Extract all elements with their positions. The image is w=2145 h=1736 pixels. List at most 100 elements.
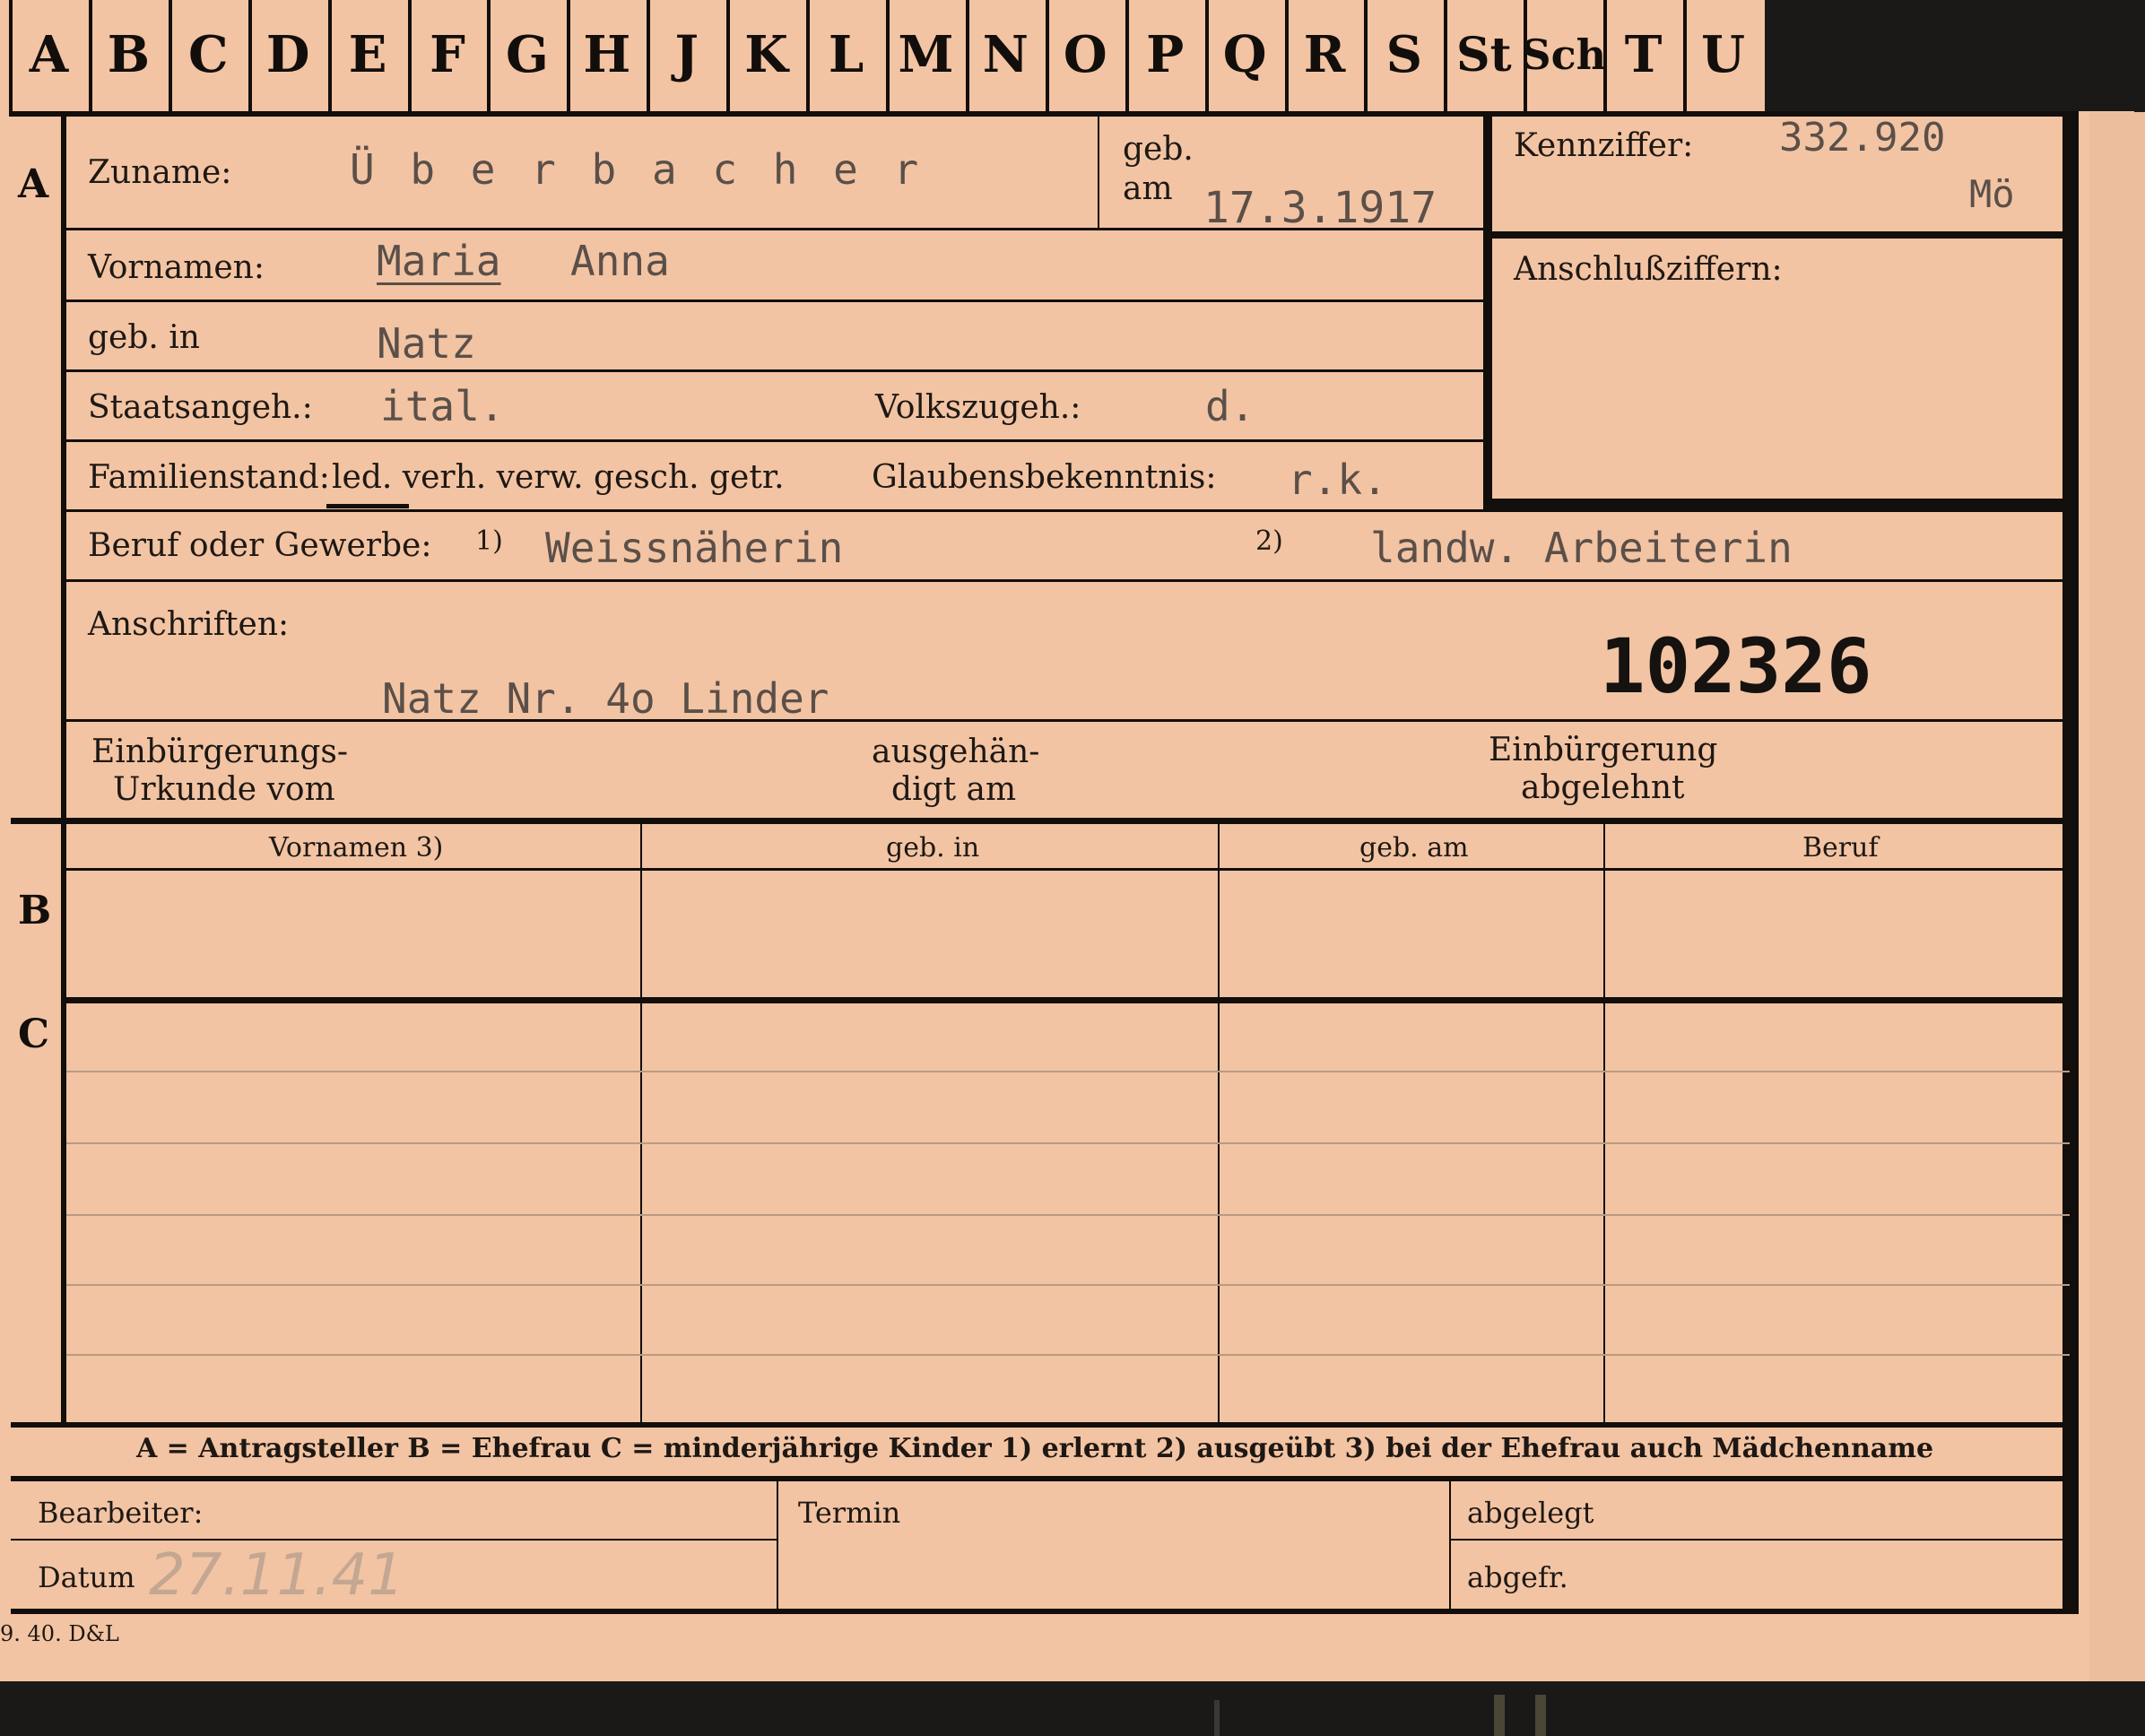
table-col-divider-2 [1218,823,1220,1422]
row-divider-anschriften [66,719,2070,722]
zuname-value: Ü b e r b a c h e r [350,145,925,194]
beruf-footnote-2: 2) [1255,525,1283,557]
alphabet-tab-a[interactable]: A [9,0,89,109]
ausgehaendigt-label-1: ausgehän- [872,733,1040,770]
col-header-geb-in: geb. in [886,832,980,864]
tab-separator [327,0,332,111]
stamp-number: 102326 [1600,622,1872,710]
alphabet-tab-p[interactable]: P [1125,0,1205,109]
tab-separator [88,0,92,111]
row-divider-staatsangeh [66,439,1483,442]
termin-label: Termin [798,1496,901,1530]
alphabet-tab-f[interactable]: F [408,0,488,109]
einbuergerungsurkunde-label-2: Urkunde vom [113,771,335,808]
alphabet-tab-g[interactable]: G [487,0,567,109]
kennziffer-box-divider [1492,231,2070,239]
tab-separator [806,0,811,111]
footer-divider-1 [777,1481,778,1609]
beruf-footnote-1: 1) [475,525,503,557]
volkszugeh-label: Volkszugeh.: [875,389,1081,426]
card-right-border [2062,111,2070,1610]
alphabet-tab-k[interactable]: K [726,0,806,109]
alphabet-tab-sch[interactable]: Sch [1521,0,1606,109]
row-divider-familienstand [66,509,2070,512]
tab-separator [1683,0,1688,111]
tab-separator [9,0,13,111]
alphabet-tab-d[interactable]: D [248,0,328,109]
geb-in-value: Natz [377,319,476,368]
alphabet-tab-l[interactable]: L [806,0,886,109]
tab-separator [647,0,651,111]
table-col-divider-3 [1603,823,1605,1422]
beruf-ausgeuebt-value: landw. Arbeiterin [1370,524,1793,572]
row-divider-vornamen [66,299,1483,302]
col-header-geb-am: geb. am [1359,832,1469,864]
section-c-letter: C [18,1011,50,1057]
geb-am-value: 17.3.1917 [1203,183,1437,233]
tab-separator [1204,0,1209,111]
tab-separator [407,0,412,111]
legend-text: A = Antragsteller B = Ehefrau C = minder… [135,1433,1934,1464]
scan-artifact [1535,1695,1546,1736]
glaubensbekenntnis-label: Glaubensbekenntnis: [872,459,1217,496]
alphabet-tab-u[interactable]: U [1683,0,1763,109]
children-row-line [66,1142,2070,1144]
footer-row-divider-right [1451,1539,2070,1541]
alphabet-tab-c[interactable]: C [169,0,248,109]
scan-background [0,1682,2145,1736]
tab-separator [1284,0,1289,111]
tab-separator [1045,0,1049,111]
bearbeiter-label: Bearbeiter: [38,1496,204,1530]
alphabet-tab-m[interactable]: M [886,0,966,109]
tab-separator [965,0,969,111]
tab-separator [886,0,890,111]
alphabet-tab-e[interactable]: E [328,0,408,109]
alphabet-tab-t[interactable]: T [1603,0,1683,109]
familienstand-options: led. verh. verw. gesch. getr. [332,459,785,496]
kennziffer-suffix: Mö [1969,172,2015,216]
table-col-divider-1 [640,823,642,1422]
tab-separator [567,0,571,111]
datum-label: Datum [38,1560,135,1594]
anschlussziffern-label: Anschlußziffern: [1514,251,1783,288]
section-a-letter: A [18,161,49,207]
volkszugeh-value: d. [1205,382,1255,430]
alphabet-tab-h[interactable]: H [567,0,647,109]
card-top-border [9,111,2070,117]
legend-bottom [11,1476,2070,1481]
einbuergerungsurkunde-label-1: Einbürgerungs- [91,733,349,770]
einbuergerung-abgelehnt-label-1: Einbürgerung [1489,732,1718,768]
section-b-bottom [66,997,2070,1003]
col-header-vornamen: Vornamen 3) [269,832,444,864]
tab-bar-background [1765,0,2145,111]
alphabet-tab-r[interactable]: R [1285,0,1365,109]
alphabet-tab-j[interactable]: J [647,0,726,109]
familienstand-label: Familienstand: [88,459,330,496]
row-divider-beruf [66,579,2070,582]
alphabet-tab-o[interactable]: O [1046,0,1125,109]
alphabet-tab-st[interactable]: St [1444,0,1524,109]
children-row-line [66,1354,2070,1356]
beruf-label: Beruf oder Gewerbe: [88,527,432,564]
ausgehaendigt-label-2: digt am [891,771,1017,808]
vornamen-value-rufname: Maria [377,237,501,285]
alphabet-tab-n[interactable]: N [966,0,1046,109]
einbuergerung-abgelehnt-label-2: abgelehnt [1521,769,1685,806]
children-row-line [66,1071,2070,1072]
row-divider-geb-in [66,369,1483,372]
tab-separator [1444,0,1448,111]
card-bottom-border [11,1609,2079,1614]
kennziffer-label: Kennziffer: [1514,127,1694,164]
kennziffer-box-border [1483,117,1492,511]
footer-divider-2 [1449,1481,1451,1609]
anschrift-value: Natz Nr. 4o Linder [382,674,829,723]
table-header-divider [66,868,2070,871]
section-a-bottom [11,818,2070,824]
anschriften-label: Anschriften: [88,606,290,643]
am-label: am [1123,170,1173,207]
alphabet-tab-b[interactable]: B [89,0,169,109]
staatsangeh-value: ital. [380,382,505,430]
tab-separator [487,0,491,111]
alphabet-tab-q[interactable]: Q [1205,0,1285,109]
alphabet-tab-s[interactable]: S [1364,0,1444,109]
